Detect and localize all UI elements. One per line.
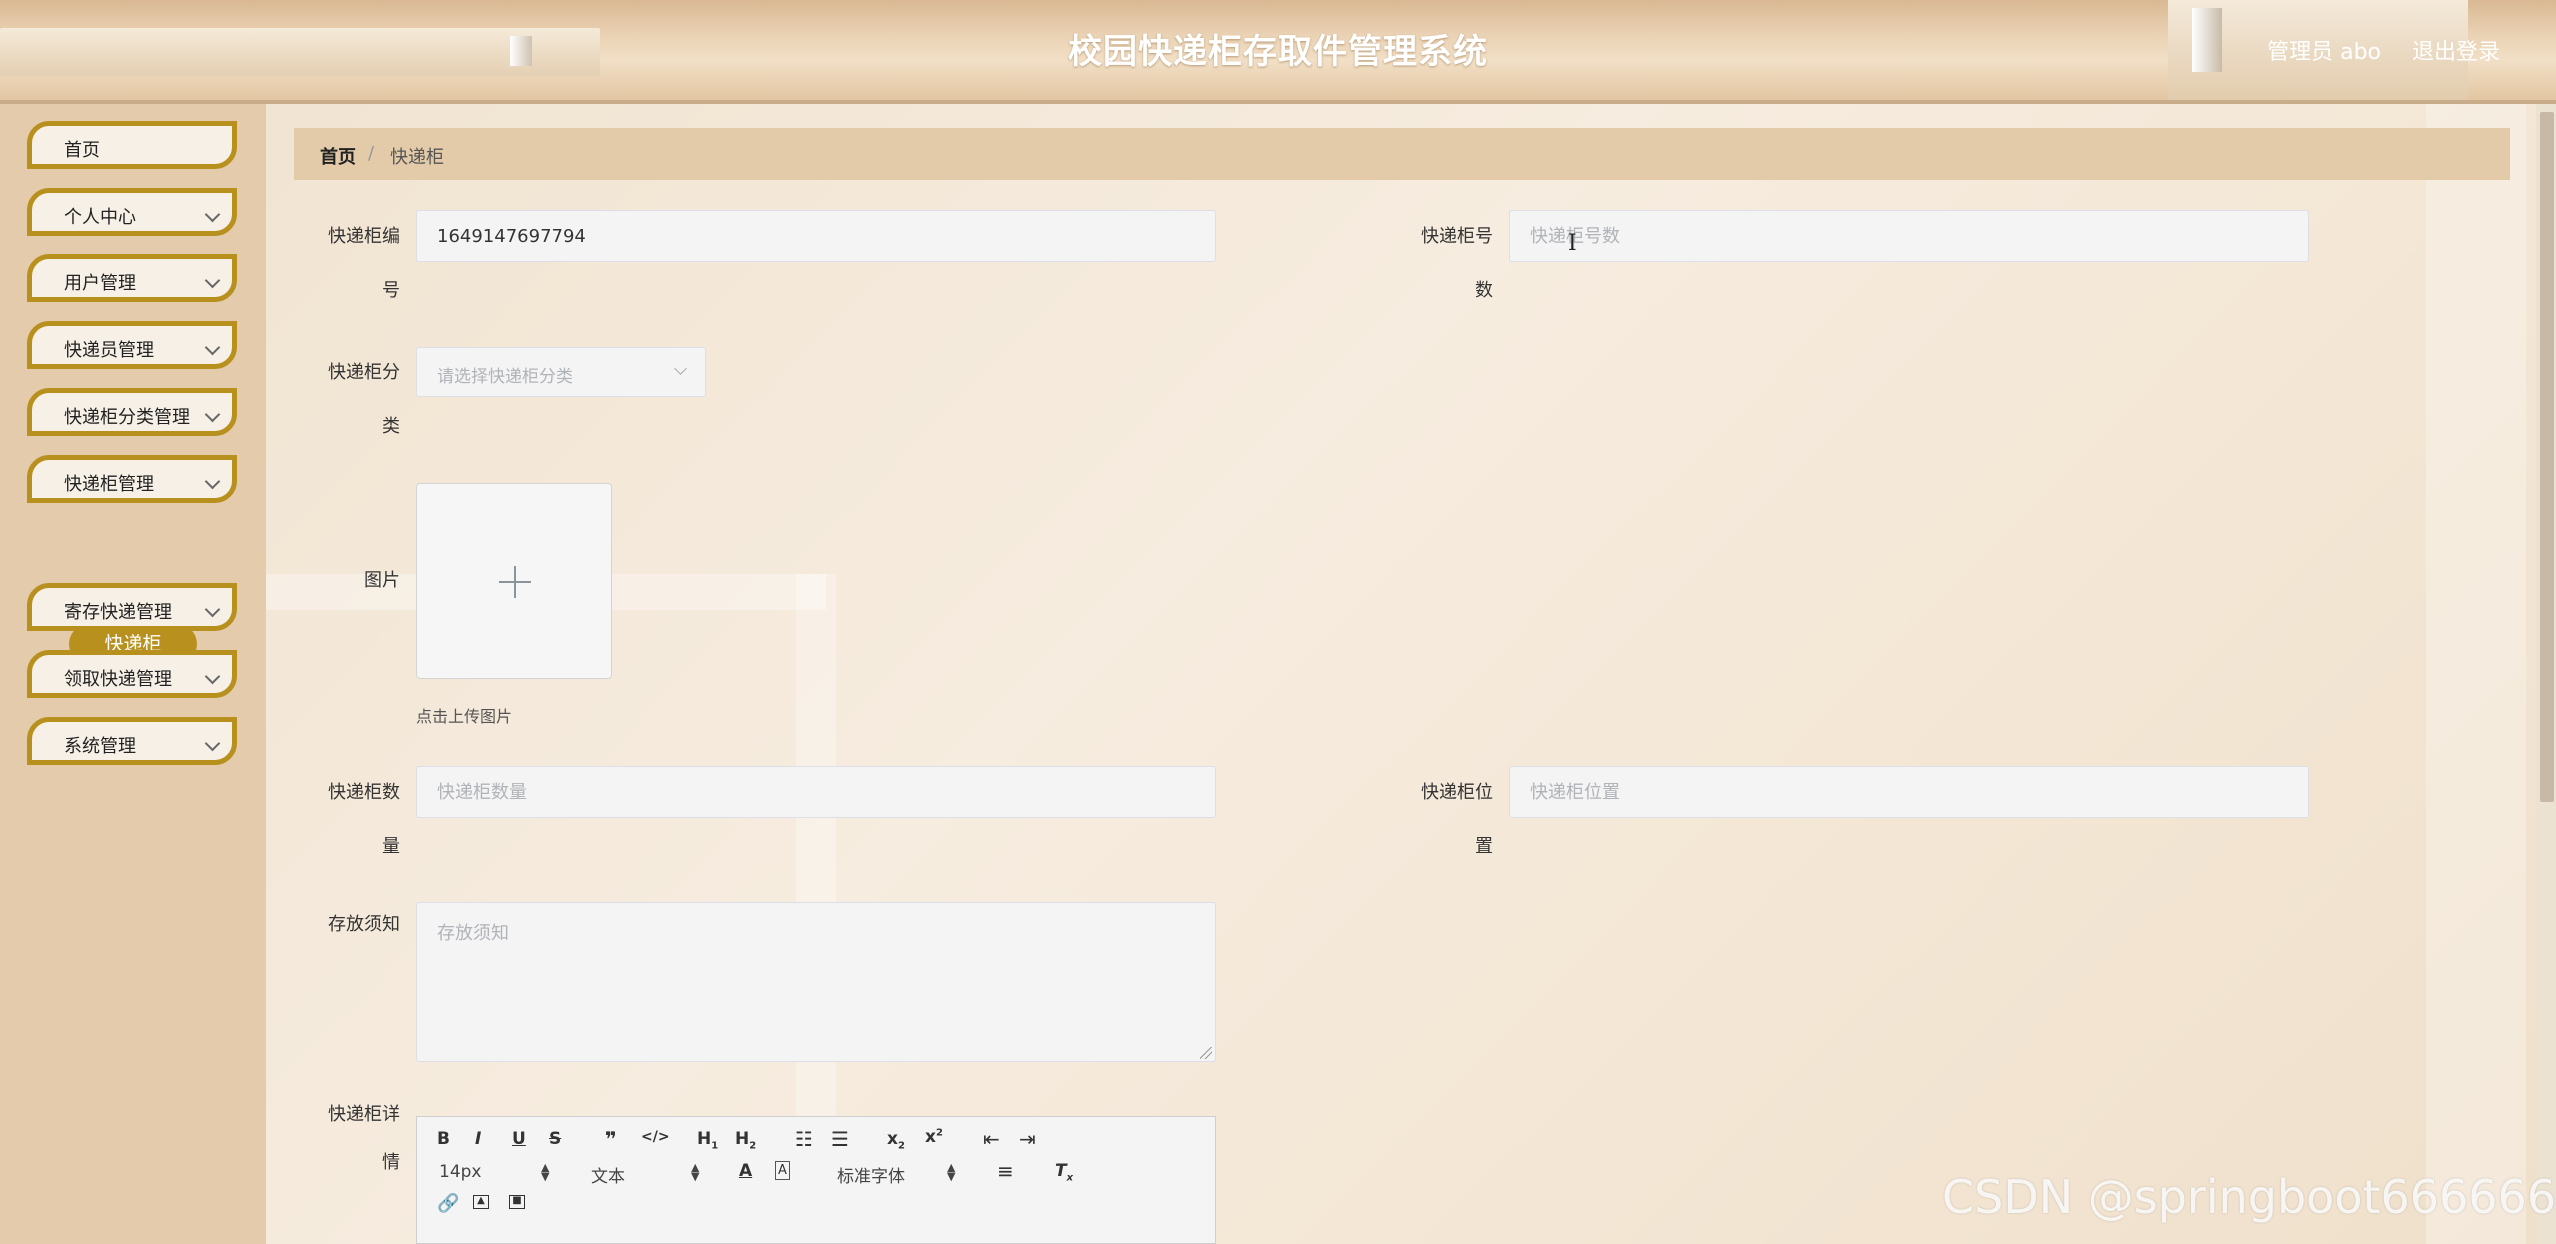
locker-category-select[interactable]: 请选择快递柜分类 (416, 347, 706, 397)
locker-category-label-wrap: 类 (382, 416, 400, 437)
chevron-down-icon (204, 668, 221, 685)
subscript-icon[interactable]: x2 (887, 1129, 905, 1151)
image-upload[interactable] (416, 483, 612, 679)
locker-no-label: 快递柜编 (328, 226, 400, 247)
blockquote-icon[interactable]: ❞ (605, 1127, 617, 1151)
logout-link[interactable]: 退出登录 (2412, 34, 2500, 66)
sidebar: 首页 个人中心 用户管理 快递员管理 快递柜分类管理 快递柜管理 快递柜 寄存快… (0, 104, 266, 1244)
resize-handle-icon[interactable] (1200, 1047, 1212, 1059)
font-color-icon[interactable]: A (739, 1161, 752, 1181)
chevron-down-icon (204, 339, 221, 356)
locker-quantity-label-wrap: 量 (382, 836, 400, 857)
sidebar-item-label: 系统管理 (64, 736, 136, 757)
image-upload-tip: 点击上传图片 (416, 707, 513, 726)
locker-no-label-wrap: 号 (382, 280, 400, 301)
sidebar-item-pickup-management[interactable]: 领取快递管理 (27, 650, 237, 698)
locker-quantity-input[interactable] (416, 766, 1216, 818)
chevron-down-icon (204, 206, 221, 223)
locker-count-no-label-wrap: 数 (1475, 280, 1493, 301)
image-icon[interactable]: ▲ (473, 1195, 489, 1209)
select-arrows-icon: ▲ ▼ (947, 1161, 956, 1183)
plus-icon (514, 566, 516, 598)
chevron-down-icon (204, 272, 221, 289)
breadcrumb-separator: / (368, 143, 375, 164)
sidebar-item-label: 快递柜分类管理 (64, 407, 190, 428)
locker-category-label: 快递柜分 (328, 362, 400, 383)
app-title: 校园快递柜存取件管理系统 (1068, 32, 1488, 72)
breadcrumb: 首页 / 快递柜 (294, 128, 2510, 180)
bullet-list-icon[interactable]: ☰ (831, 1127, 849, 1151)
current-user: 管理员 abo (2267, 40, 2381, 65)
clear-format-icon[interactable]: Tx (1055, 1161, 1073, 1183)
heading-2-icon[interactable]: H2 (735, 1129, 756, 1151)
sidebar-item-personal-center[interactable]: 个人中心 (27, 188, 237, 236)
sidebar-item-label: 用户管理 (64, 273, 136, 294)
text-cursor-icon: I (1568, 231, 1577, 256)
locker-location-label: 快递柜位 (1421, 782, 1493, 803)
background-decor (2426, 104, 2526, 1244)
sidebar-item-deposit-management[interactable]: 寄存快递管理 (27, 583, 237, 631)
strikethrough-icon[interactable]: S (549, 1129, 561, 1149)
indent-icon[interactable]: ⇥ (1019, 1127, 1036, 1151)
chevron-down-icon (204, 601, 221, 618)
sidebar-item-locker-management[interactable]: 快递柜管理 (27, 455, 237, 503)
sidebar-item-user-management[interactable]: 用户管理 (27, 254, 237, 302)
outdent-icon[interactable]: ⇤ (983, 1127, 1000, 1151)
sidebar-item-system-management[interactable]: 系统管理 (27, 717, 237, 765)
locker-count-no-label: 快递柜号 (1421, 226, 1493, 247)
sidebar-item-label: 首页 (64, 140, 100, 161)
sidebar-item-label: 个人中心 (64, 207, 136, 228)
chevron-down-icon (674, 362, 687, 375)
bold-icon[interactable]: B (437, 1129, 450, 1149)
sidebar-item-label: 领取快递管理 (64, 669, 172, 690)
font-size-select[interactable]: 14px (439, 1162, 481, 1182)
sidebar-item-label: 快递柜管理 (64, 474, 154, 495)
locker-location-input[interactable] (1509, 766, 2309, 818)
select-arrows-icon: ▲ ▼ (691, 1161, 700, 1183)
code-block-icon[interactable]: </> (641, 1129, 670, 1145)
heading-1-icon[interactable]: H1 (697, 1129, 718, 1151)
video-icon[interactable]: ■ (509, 1195, 525, 1209)
heading-select[interactable]: 文本 (591, 1162, 625, 1187)
breadcrumb-home[interactable]: 首页 (320, 143, 356, 169)
locker-count-no-input[interactable] (1509, 210, 2309, 262)
superscript-icon[interactable]: x2 (925, 1127, 943, 1147)
sidebar-item-label: 寄存快递管理 (64, 602, 172, 623)
locker-location-label-wrap: 置 (1475, 836, 1493, 857)
chevron-down-icon (204, 406, 221, 423)
sidebar-item-courier-management[interactable]: 快递员管理 (27, 321, 237, 369)
sidebar-item-label: 快递员管理 (64, 340, 154, 361)
image-label: 图片 (364, 570, 400, 591)
locker-category-placeholder: 请选择快递柜分类 (437, 367, 573, 387)
scrollbar[interactable] (2536, 104, 2556, 1244)
link-icon[interactable]: 🔗 (437, 1193, 459, 1214)
watermark: CSDN @springboot666666 (1942, 1170, 2556, 1224)
scrollbar-thumb[interactable] (2540, 112, 2554, 802)
align-icon[interactable]: ≡ (997, 1159, 1014, 1183)
rich-text-editor-toolbar: B I U S ❞ </> H1 H2 ☷ ☰ x2 x2 ⇤ ⇥ 14px ▲… (416, 1116, 1216, 1244)
locker-details-label-wrap: 情 (382, 1152, 400, 1173)
sidebar-item-locker-category-management[interactable]: 快递柜分类管理 (27, 388, 237, 436)
select-arrows-icon: ▲ ▼ (541, 1161, 550, 1183)
storage-notice-textarea[interactable] (416, 902, 1216, 1062)
font-family-select[interactable]: 标准字体 (837, 1162, 905, 1187)
italic-icon[interactable]: I (475, 1129, 481, 1149)
background-color-icon[interactable]: A (775, 1161, 790, 1180)
locker-details-label: 快递柜详 (328, 1104, 400, 1125)
chevron-down-icon (204, 735, 221, 752)
ordered-list-icon[interactable]: ☷ (795, 1127, 813, 1151)
sidebar-item-home[interactable]: 首页 (27, 121, 237, 169)
storage-notice-label: 存放须知 (328, 914, 400, 935)
top-header: 校园快递柜存取件管理系统 管理员 abo 退出登录 (0, 0, 2556, 104)
underline-icon[interactable]: U (512, 1129, 526, 1149)
breadcrumb-current: 快递柜 (390, 147, 444, 168)
chevron-down-icon (204, 473, 221, 490)
locker-no-input[interactable] (416, 210, 1216, 262)
locker-quantity-label: 快递柜数 (328, 782, 400, 803)
